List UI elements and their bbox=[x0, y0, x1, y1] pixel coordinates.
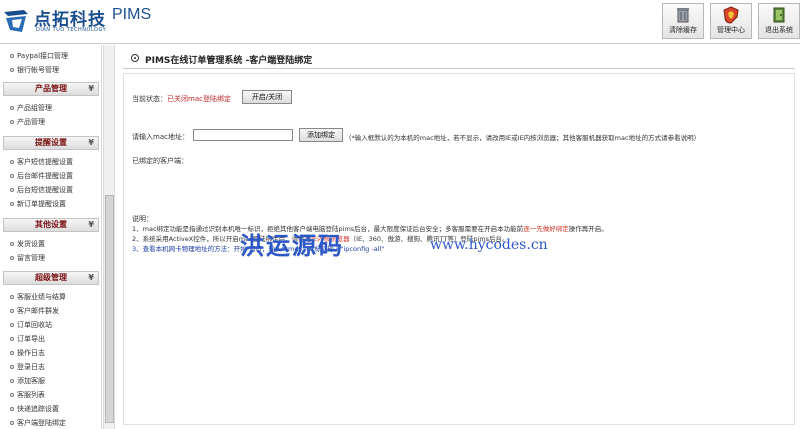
sidebar-menu: Paypal接口管理 银行帐号管理 产品管理 ¥ 产品组管理 产品管理 提醒设置 ¥… bbox=[0, 45, 102, 429]
main-panel: PIMS在线订单管理系统 -客户端登陆绑定 当前状态：已关闭mac登陆绑定 开启… bbox=[117, 45, 800, 429]
sidebar-item-express-tracking[interactable]: 快递追踪设置 bbox=[10, 404, 59, 414]
bullet-icon bbox=[10, 421, 14, 425]
bullet-icon bbox=[10, 379, 14, 383]
bullet-icon bbox=[10, 351, 14, 355]
bullet-icon bbox=[10, 323, 14, 327]
status-label: 当前状态： bbox=[132, 95, 167, 103]
toggle-binding-button[interactable]: 开启/关闭 bbox=[242, 90, 292, 104]
logo-en-text: PIMS bbox=[112, 6, 152, 23]
sidebar-item-new-order-reminder[interactable]: 新订单提醒设置 bbox=[10, 199, 66, 209]
status-row: 当前状态：已关闭mac登陆绑定 bbox=[132, 94, 231, 104]
bullet-icon bbox=[10, 160, 14, 164]
mac-hint: （*输入框默认的为本机的mac地址，若不显示，请改用IE或IE内核浏览器；其他客… bbox=[345, 134, 701, 142]
radio-dot-icon bbox=[131, 54, 139, 62]
sidebar-item-customer-sms[interactable]: 客户短信提醒设置 bbox=[10, 157, 73, 167]
mac-label: 请输入mac地址： bbox=[132, 133, 189, 141]
sidebar-item-messages[interactable]: 留言管理 bbox=[10, 253, 45, 263]
bullet-icon bbox=[10, 120, 14, 124]
sidebar-item-order-export[interactable]: 订单导出 bbox=[10, 334, 45, 344]
trash-icon bbox=[677, 8, 689, 23]
bullet-icon bbox=[10, 407, 14, 411]
collapse-chevron-icon: ¥ bbox=[88, 273, 94, 282]
sidebar-item-admin-sms[interactable]: 后台短信提醒设置 bbox=[10, 185, 73, 195]
bullet-icon bbox=[10, 256, 14, 260]
page-title: PIMS在线订单管理系统 -客户端登陆绑定 bbox=[145, 56, 313, 66]
sidebar-item-operation-log[interactable]: 操作日志 bbox=[10, 348, 45, 358]
sidebar-item-products[interactable]: 产品管理 bbox=[10, 117, 45, 127]
shield-icon bbox=[723, 6, 739, 24]
sidebar-item-add-staff[interactable]: 添加客服 bbox=[10, 376, 45, 386]
add-binding-button[interactable]: 添加绑定 bbox=[299, 128, 343, 142]
scrollbar-thumb[interactable] bbox=[105, 195, 114, 423]
section-super-admin[interactable]: 超级管理 ¥ bbox=[3, 271, 99, 285]
sidebar-item-product-groups[interactable]: 产品组管理 bbox=[10, 103, 52, 113]
content-area: 当前状态：已关闭mac登陆绑定 开启/关闭 请输入mac地址： 添加绑定 （*输… bbox=[123, 73, 795, 425]
sidebar-item-bank-accounts[interactable]: 银行帐号管理 bbox=[10, 65, 59, 75]
watermark-en: www.hycodes.cn bbox=[430, 237, 548, 253]
mac-address-input[interactable] bbox=[193, 129, 293, 141]
bullet-icon bbox=[10, 242, 14, 246]
collapse-chevron-icon: ¥ bbox=[88, 84, 94, 93]
section-reminder-settings[interactable]: 提醒设置 ¥ bbox=[3, 136, 99, 150]
sidebar-item-login-log[interactable]: 登录日志 bbox=[10, 362, 45, 372]
page-title-bar: PIMS在线订单管理系统 -客户端登陆绑定 bbox=[123, 49, 795, 69]
bound-clients-label: 已绑定的客户端： bbox=[132, 157, 188, 165]
note-line-1: 1、mac绑定功能是指通过识别本机唯一标识，拒绝其他客户端电脑登陆pims后台，… bbox=[132, 225, 608, 233]
bullet-icon bbox=[10, 188, 14, 192]
sidebar-item-paypal[interactable]: Paypal接口管理 bbox=[10, 51, 68, 61]
logo-mark-icon bbox=[4, 10, 28, 32]
logo-subtitle: DIAN TUO TECHNOLOGY bbox=[36, 27, 107, 33]
sidebar-item-admin-email[interactable]: 后台邮件提醒设置 bbox=[10, 171, 73, 181]
collapse-chevron-icon: ¥ bbox=[88, 220, 94, 229]
clear-cache-label: 清除缓存 bbox=[669, 26, 697, 34]
bullet-icon bbox=[10, 106, 14, 110]
bullet-icon bbox=[10, 174, 14, 178]
bullet-icon bbox=[10, 309, 14, 313]
bullet-icon bbox=[10, 202, 14, 206]
clear-cache-button[interactable]: 清除缓存 bbox=[662, 3, 704, 39]
logo: 点拓科技 PIMS DIAN TUO TECHNOLOGY bbox=[2, 3, 202, 39]
admin-center-label: 管理中心 bbox=[717, 26, 745, 34]
sidebar-scrollbar[interactable] bbox=[103, 45, 115, 429]
section-other-settings[interactable]: 其他设置 ¥ bbox=[3, 218, 99, 232]
bullet-icon bbox=[10, 337, 14, 341]
bullet-icon bbox=[10, 365, 14, 369]
sidebar-item-order-recycle[interactable]: 订单回收站 bbox=[10, 320, 52, 330]
sidebar-item-shipping[interactable]: 发货设置 bbox=[10, 239, 45, 249]
status-value: 已关闭mac登陆绑定 bbox=[167, 95, 231, 103]
exit-door-icon bbox=[773, 7, 785, 23]
sidebar-item-staff-performance[interactable]: 客服业绩与结算 bbox=[10, 292, 66, 302]
bullet-icon bbox=[10, 295, 14, 299]
collapse-chevron-icon: ¥ bbox=[88, 138, 94, 147]
bullet-icon bbox=[10, 393, 14, 397]
logout-button[interactable]: 退出系统 bbox=[758, 3, 800, 39]
sidebar-item-client-login-binding[interactable]: 客户端登陆绑定 bbox=[10, 418, 66, 428]
sidebar-item-staff-list[interactable]: 客服列表 bbox=[10, 390, 45, 400]
bullet-icon bbox=[10, 54, 14, 58]
top-header: 点拓科技 PIMS DIAN TUO TECHNOLOGY 清除缓存 管理中心 … bbox=[0, 0, 800, 44]
section-product-management[interactable]: 产品管理 ¥ bbox=[3, 82, 99, 96]
admin-center-button[interactable]: 管理中心 bbox=[710, 3, 752, 39]
watermark-cn: 洪运源码 bbox=[240, 232, 344, 260]
bullet-icon bbox=[10, 68, 14, 72]
logout-label: 退出系统 bbox=[765, 26, 793, 34]
sidebar-item-mass-email[interactable]: 客户邮件群发 bbox=[10, 306, 59, 316]
